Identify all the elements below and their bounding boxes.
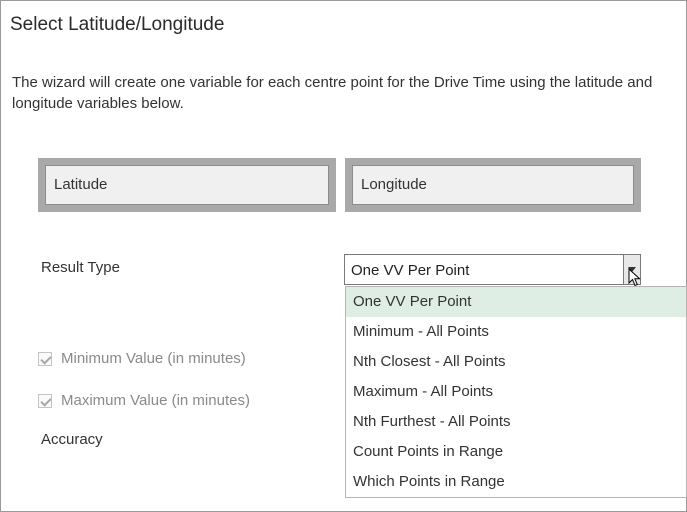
result-type-value: One VV Per Point bbox=[351, 262, 470, 279]
max-value-checkbox-row[interactable]: Maximum Value (in minutes) bbox=[38, 392, 250, 409]
longitude-field[interactable]: Longitude bbox=[352, 165, 634, 205]
latitude-drop-zone[interactable]: Latitude bbox=[38, 158, 336, 212]
min-value-label: Minimum Value (in minutes) bbox=[61, 350, 246, 367]
dialog-title: Select Latitude/Longitude bbox=[10, 14, 225, 35]
dialog-description: The wizard will create one variable for … bbox=[12, 74, 653, 112]
result-type-label: Result Type bbox=[41, 259, 120, 276]
max-value-checkbox[interactable] bbox=[38, 393, 52, 408]
dropdown-option-nth-furthest[interactable]: Nth Furthest - All Points bbox=[346, 407, 686, 437]
result-type-select[interactable]: One VV Per Point bbox=[344, 254, 641, 285]
min-value-checkbox[interactable] bbox=[38, 351, 52, 366]
min-value-checkbox-row[interactable]: Minimum Value (in minutes) bbox=[38, 350, 246, 367]
mouse-cursor-icon bbox=[628, 268, 641, 287]
dropdown-option-count-points[interactable]: Count Points in Range bbox=[346, 437, 686, 467]
longitude-drop-zone[interactable]: Longitude bbox=[345, 158, 641, 212]
dropdown-option-one-vv-per-point[interactable]: One VV Per Point bbox=[346, 287, 686, 317]
max-value-label: Maximum Value (in minutes) bbox=[61, 392, 250, 409]
dropdown-option-nth-closest[interactable]: Nth Closest - All Points bbox=[346, 347, 686, 377]
dropdown-option-maximum[interactable]: Maximum - All Points bbox=[346, 377, 686, 407]
accuracy-label: Accuracy bbox=[41, 431, 103, 448]
dropdown-option-which-points[interactable]: Which Points in Range bbox=[346, 467, 686, 497]
dropdown-option-minimum[interactable]: Minimum - All Points bbox=[346, 317, 686, 347]
latitude-field[interactable]: Latitude bbox=[45, 165, 329, 205]
result-type-dropdown-list[interactable]: One VV Per Point Minimum - All Points Nt… bbox=[345, 286, 687, 498]
